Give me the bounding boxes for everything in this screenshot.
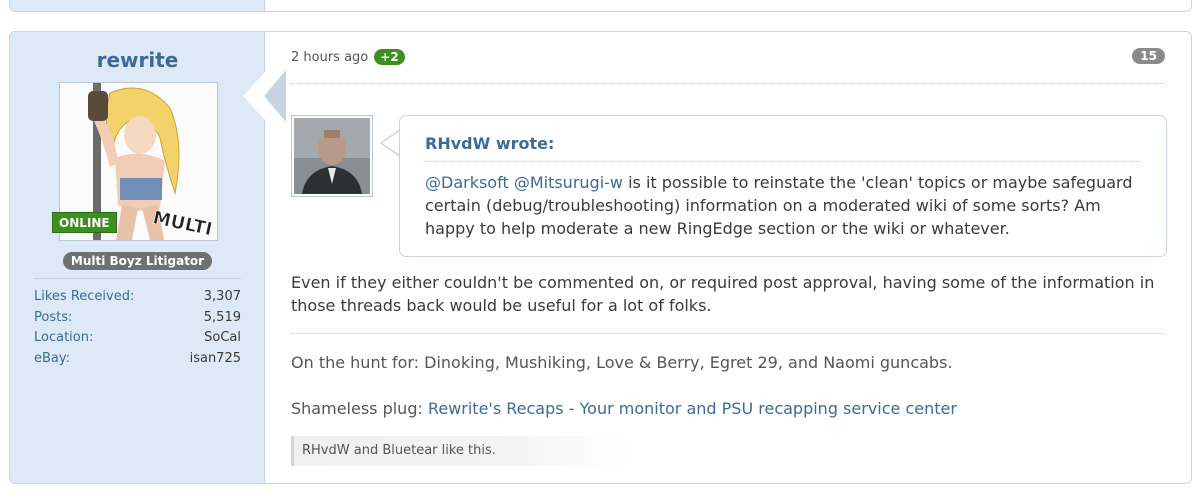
user-title-label: Multi Boyz Litigator xyxy=(62,252,213,270)
signature-plug-prefix: Shameless plug: xyxy=(291,399,428,418)
post-content: 2 hours ago +2 15 RHvdW wrote: @Darksoft… xyxy=(265,32,1191,483)
stat-value: SoCal xyxy=(204,330,241,345)
forum-post: rewrite MULTI BOYZ xyxy=(9,31,1192,484)
signature-plug: Shameless plug: Rewrite's Recaps - Your … xyxy=(291,399,957,418)
quoted-avatar-image xyxy=(294,118,370,194)
quoted-user-avatar[interactable] xyxy=(291,115,373,197)
stat-label[interactable]: Posts: xyxy=(34,308,72,329)
author-sidebar: rewrite MULTI BOYZ xyxy=(10,32,265,483)
divider xyxy=(425,161,1141,162)
stat-row-ebay: eBay: isan725 xyxy=(34,349,241,370)
stat-value: isan725 xyxy=(189,350,241,366)
author-stats: Likes Received: 3,307 Posts: 5,519 Locat… xyxy=(34,278,241,369)
signature-line: On the hunt for: Dinoking, Mushiking, Lo… xyxy=(291,353,953,372)
quote-text: @Darksoft @Mitsurugi-w is it possible to… xyxy=(425,171,1145,240)
stat-label: Location: xyxy=(34,330,94,345)
post-number[interactable]: 15 xyxy=(1132,48,1165,64)
message-arrow-fill xyxy=(243,72,265,120)
author-username[interactable]: rewrite xyxy=(10,48,265,72)
previous-post-sidebar xyxy=(10,0,265,11)
stat-row-likes: Likes Received: 3,307 xyxy=(34,287,241,308)
signature-divider xyxy=(291,333,1165,334)
stat-label[interactable]: Likes Received: xyxy=(34,287,134,308)
post-meta: 2 hours ago +2 xyxy=(291,49,405,65)
likes-badge[interactable]: +2 xyxy=(374,49,405,65)
divider xyxy=(291,83,1165,84)
previous-post xyxy=(9,0,1192,12)
signature-link[interactable]: Rewrite's Recaps - Your monitor and PSU … xyxy=(428,399,957,418)
stat-label: eBay: xyxy=(34,350,71,366)
post-timestamp[interactable]: 2 hours ago xyxy=(291,50,368,65)
stat-value: 3,307 xyxy=(203,289,241,304)
online-badge: ONLINE xyxy=(52,212,117,233)
quote-block: RHvdW wrote: @Darksoft @Mitsurugi-w is i… xyxy=(399,115,1167,257)
quote-author[interactable]: RHvdW wrote: xyxy=(425,134,554,153)
stat-row-posts: Posts: 5,519 xyxy=(34,308,241,329)
likes-summary[interactable]: RHvdW and Bluetear like this. xyxy=(291,436,631,466)
user-title: Multi Boyz Litigator xyxy=(10,250,265,270)
mention-link[interactable]: @Darksoft xyxy=(425,173,509,192)
mention-link[interactable]: @Mitsurugi-w xyxy=(514,173,623,192)
post-body: Even if they either couldn't be commente… xyxy=(291,273,1155,315)
quote-arrow-fill xyxy=(382,131,400,155)
stat-value: 5,519 xyxy=(203,309,241,325)
stat-row-location: Location: SoCal xyxy=(34,328,241,349)
